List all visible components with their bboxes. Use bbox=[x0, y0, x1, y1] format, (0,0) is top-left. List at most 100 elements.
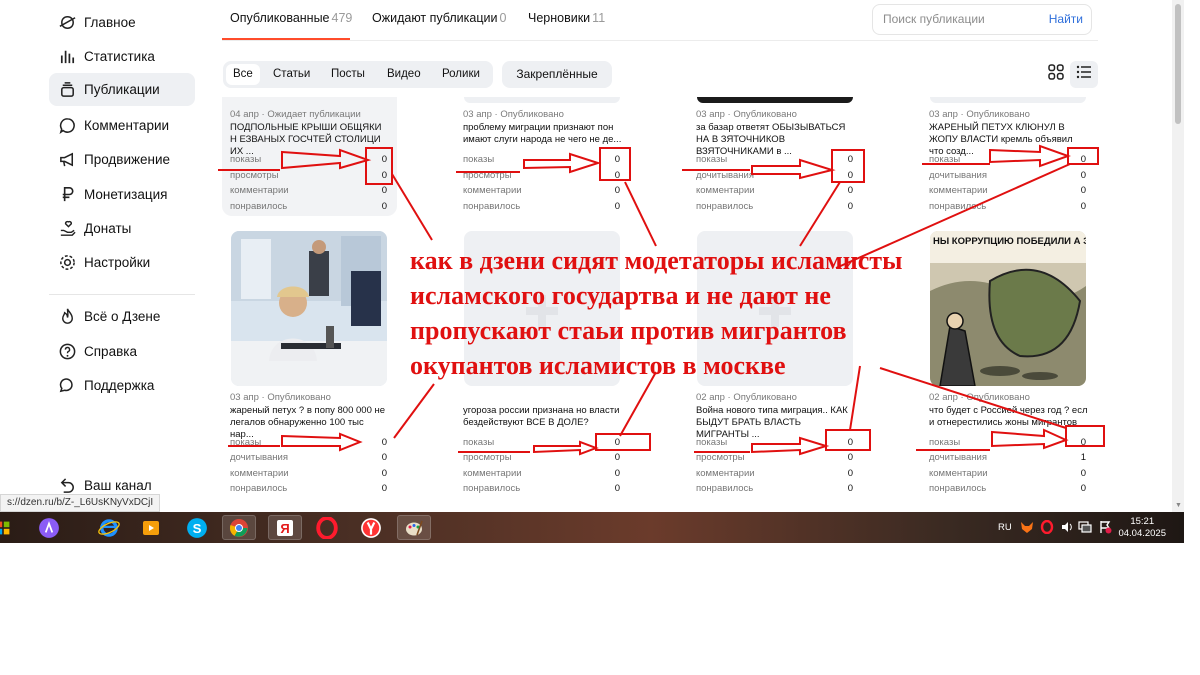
card-title[interactable]: Война нового типа миграция.. КАК БЫДУТ Б… bbox=[696, 405, 856, 441]
stat-label: понравилось bbox=[230, 201, 288, 212]
sidebar-item-publications[interactable]: Публикации bbox=[49, 73, 195, 106]
sidebar-item-donations[interactable]: Донаты bbox=[49, 212, 195, 245]
internet-explorer-icon[interactable] bbox=[92, 515, 126, 540]
card-stat-row: понравилось 0 bbox=[929, 483, 1086, 495]
tab-count: 0 bbox=[499, 11, 507, 25]
stat-value: 0 bbox=[1080, 201, 1086, 212]
comment-icon bbox=[57, 116, 77, 136]
card-title[interactable]: за базар ответят ОБЫЗЫВАТЬСЯ НА В ЗЯТОЧН… bbox=[696, 122, 856, 158]
list-view-icon bbox=[1076, 64, 1092, 85]
publication-card[interactable]: 03 апр · Опубликовано проблему миграции … bbox=[455, 97, 630, 216]
alice-assistant-icon[interactable] bbox=[32, 515, 66, 540]
publication-card[interactable]: 04 апр · Ожидает публикации ПОДПОЛЬНЫЕ К… bbox=[222, 97, 397, 216]
card-stat-row: показы 0 bbox=[463, 154, 620, 166]
sidebar-item-label: Комментарии bbox=[84, 118, 170, 133]
tab-drafts[interactable]: Черновики 11 bbox=[528, 11, 605, 25]
sidebar-item-comments[interactable]: Комментарии bbox=[49, 109, 195, 142]
scrollbar-thumb[interactable] bbox=[1175, 4, 1181, 124]
stack-icon bbox=[57, 80, 77, 100]
sidebar-item-monetization[interactable]: Монетизация bbox=[49, 178, 195, 211]
sidebar: Главное Статистика Публикации Комментари… bbox=[0, 0, 200, 512]
taskbar-clock[interactable]: 15:21 04.04.2025 bbox=[1118, 516, 1166, 540]
list-view-button[interactable] bbox=[1070, 61, 1098, 88]
stat-label: дочитывания bbox=[929, 452, 987, 463]
card-stat-row: просмотры 0 bbox=[230, 170, 387, 182]
stat-value: 0 bbox=[381, 452, 387, 463]
publication-card[interactable]: НЫ КОРРУПЦИЮ ПОБЕДИЛИ А ЭТО - ТРОФЕИ!!! … bbox=[921, 231, 1096, 499]
filter-shorts[interactable]: Ролики bbox=[435, 64, 487, 85]
publication-card[interactable]: 03 апр · Опубликовано ЖАРЕНЫЙ ПЕТУХ КЛЮН… bbox=[921, 97, 1096, 216]
network-icon[interactable] bbox=[1078, 520, 1092, 537]
stat-label: показы bbox=[230, 154, 262, 165]
stat-label: понравилось bbox=[230, 483, 288, 494]
tray-fox-icon[interactable] bbox=[1020, 520, 1034, 537]
filter-videos[interactable]: Видео bbox=[380, 64, 428, 85]
card-stat-row: показы 0 bbox=[463, 437, 620, 449]
sidebar-item-statistics[interactable]: Статистика bbox=[49, 40, 195, 73]
publication-card[interactable]: 03 апр · Опубликовано жареный петух ? в … bbox=[222, 231, 397, 499]
sidebar-item-label: Всё о Дзене bbox=[84, 309, 161, 324]
zen-logo-icon bbox=[57, 13, 77, 33]
card-title[interactable]: проблему миграции признают пон имают слу… bbox=[463, 122, 623, 146]
card-title[interactable]: ЖАРЕНЫЙ ПЕТУХ КЛЮНУЛ В ЖОПУ ВЛАСТИ кремл… bbox=[929, 122, 1089, 158]
chrome-icon[interactable] bbox=[222, 515, 256, 540]
card-title[interactable]: жареный петух ? в попу 800 000 не легало… bbox=[230, 405, 390, 441]
yandex-icon[interactable]: Я bbox=[268, 515, 302, 540]
card-stat-row: понравилось 0 bbox=[929, 201, 1086, 213]
stat-value: 0 bbox=[381, 468, 387, 479]
yandex-browser-icon[interactable] bbox=[354, 515, 388, 540]
card-title[interactable]: что будет с Россией через год ? есл и от… bbox=[929, 405, 1089, 429]
paint-icon[interactable] bbox=[397, 515, 431, 540]
page-scrollbar[interactable]: ▼ bbox=[1172, 0, 1184, 512]
grid-view-button[interactable] bbox=[1042, 61, 1070, 88]
tab-count: 11 bbox=[592, 11, 606, 25]
stat-label: показы bbox=[929, 154, 961, 165]
card-title[interactable]: угороза россии признана но власти бездей… bbox=[463, 405, 623, 429]
stat-label: комментарии bbox=[463, 468, 522, 479]
sidebar-item-support[interactable]: Поддержка bbox=[49, 369, 195, 402]
flame-icon bbox=[57, 307, 77, 327]
volume-icon[interactable] bbox=[1060, 520, 1074, 537]
publication-card[interactable]: 03 апр · Опубликовано за базар ответят О… bbox=[688, 97, 863, 216]
card-stat-row: понравилось 0 bbox=[463, 201, 620, 213]
card-stat-row: комментарии 0 bbox=[696, 468, 853, 480]
opera-icon[interactable] bbox=[310, 515, 344, 540]
tab-scheduled[interactable]: Ожидают публикации 0 bbox=[372, 11, 506, 25]
filter-articles[interactable]: Статьи bbox=[266, 64, 317, 85]
gear-icon bbox=[57, 253, 77, 273]
filter-all[interactable]: Все bbox=[226, 64, 260, 85]
stat-value: 0 bbox=[847, 437, 853, 448]
card-stat-row: комментарии 0 bbox=[230, 468, 387, 480]
card-stat-row: показы 0 bbox=[696, 437, 853, 449]
stat-value: 0 bbox=[847, 468, 853, 479]
tab-published[interactable]: Опубликованные 479 bbox=[230, 11, 352, 25]
search-button[interactable]: Найти bbox=[1049, 12, 1083, 26]
skype-icon[interactable]: S bbox=[180, 515, 214, 540]
card-stat-row: комментарии 0 bbox=[929, 468, 1086, 480]
search-input[interactable] bbox=[883, 12, 1043, 26]
language-indicator[interactable]: RU bbox=[998, 522, 1012, 533]
scroll-down-arrow[interactable]: ▼ bbox=[1175, 502, 1182, 509]
media-player-icon[interactable] bbox=[134, 515, 168, 540]
sidebar-item-about-zen[interactable]: Всё о Дзене bbox=[49, 300, 195, 333]
stat-value: 0 bbox=[614, 468, 620, 479]
sidebar-item-help[interactable]: Справка bbox=[49, 335, 195, 368]
clock-time: 15:21 bbox=[1130, 516, 1155, 527]
pinned-button[interactable]: Закреплённые bbox=[502, 61, 612, 88]
stat-value: 0 bbox=[1080, 170, 1086, 181]
card-title[interactable]: ПОДПОЛЬНЫЕ КРЫШИ ОБЩЯКИ Н ЕЗВАНЫХ ГОСЧТЕ… bbox=[230, 122, 390, 158]
stat-label: комментарии bbox=[696, 185, 755, 196]
clock-date: 04.04.2025 bbox=[1118, 528, 1166, 539]
card-stat-row: просмотры 0 bbox=[463, 452, 620, 464]
tray-opera-icon[interactable] bbox=[1040, 519, 1054, 537]
card-stat-row: дочитывания 0 bbox=[230, 452, 387, 464]
sidebar-item-settings[interactable]: Настройки bbox=[49, 246, 195, 279]
sidebar-item-main[interactable]: Главное bbox=[49, 6, 195, 39]
stat-label: показы bbox=[230, 437, 262, 448]
filter-posts[interactable]: Посты bbox=[324, 64, 372, 85]
content-type-filter: Все Статьи Посты Видео Ролики bbox=[223, 61, 493, 88]
sidebar-item-promotion[interactable]: Продвижение bbox=[49, 143, 195, 176]
action-center-flag-icon[interactable] bbox=[1098, 520, 1112, 537]
windows-start-icon[interactable] bbox=[0, 515, 14, 540]
card-stat-row: комментарии 0 bbox=[696, 185, 853, 197]
